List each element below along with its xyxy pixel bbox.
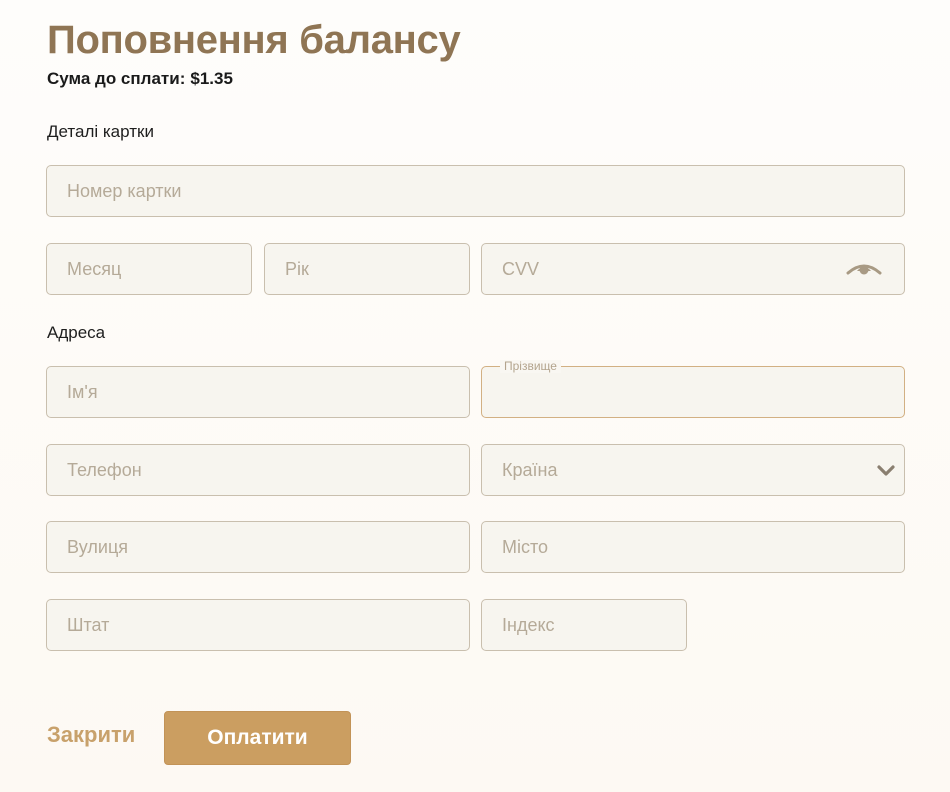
zip-field[interactable] (481, 599, 687, 651)
pay-button[interactable]: Оплатити (164, 711, 351, 765)
last-name-field[interactable]: Прізвище (481, 360, 905, 418)
city-field[interactable] (481, 521, 905, 573)
country-select[interactable]: Країна (481, 444, 905, 496)
city-input[interactable] (482, 522, 904, 572)
eye-icon[interactable] (846, 260, 882, 280)
top-up-balance-form: Поповнення балансу Сума до сплати: $1.35 … (0, 0, 950, 792)
amount-label: Сума до сплати: (47, 69, 186, 88)
street-field[interactable] (46, 521, 470, 573)
state-input[interactable] (47, 600, 469, 650)
zip-input[interactable] (482, 600, 686, 650)
card-number-field[interactable] (46, 165, 905, 217)
address-heading: Адреса (47, 323, 106, 342)
page-title: Поповнення балансу (47, 18, 461, 62)
first-name-input[interactable] (47, 367, 469, 417)
phone-input[interactable] (47, 445, 469, 495)
year-field[interactable] (264, 243, 470, 295)
chevron-down-icon (877, 465, 895, 476)
street-input[interactable] (47, 522, 469, 572)
cvv-field[interactable] (481, 243, 905, 295)
amount-due: Сума до сплати: $1.35 (47, 69, 233, 89)
amount-value: $1.35 (190, 69, 233, 88)
last-name-input[interactable] (482, 367, 904, 417)
year-input[interactable] (265, 244, 469, 294)
state-field[interactable] (46, 599, 470, 651)
month-input[interactable] (47, 244, 251, 294)
card-number-input[interactable] (47, 166, 904, 216)
cvv-input[interactable] (482, 244, 904, 294)
month-field[interactable] (46, 243, 252, 295)
card-details-heading: Деталі картки (47, 122, 154, 141)
country-selected-value: Країна (502, 460, 558, 480)
close-button[interactable]: Закрити (47, 722, 135, 748)
first-name-field[interactable] (46, 366, 470, 418)
phone-field[interactable] (46, 444, 470, 496)
